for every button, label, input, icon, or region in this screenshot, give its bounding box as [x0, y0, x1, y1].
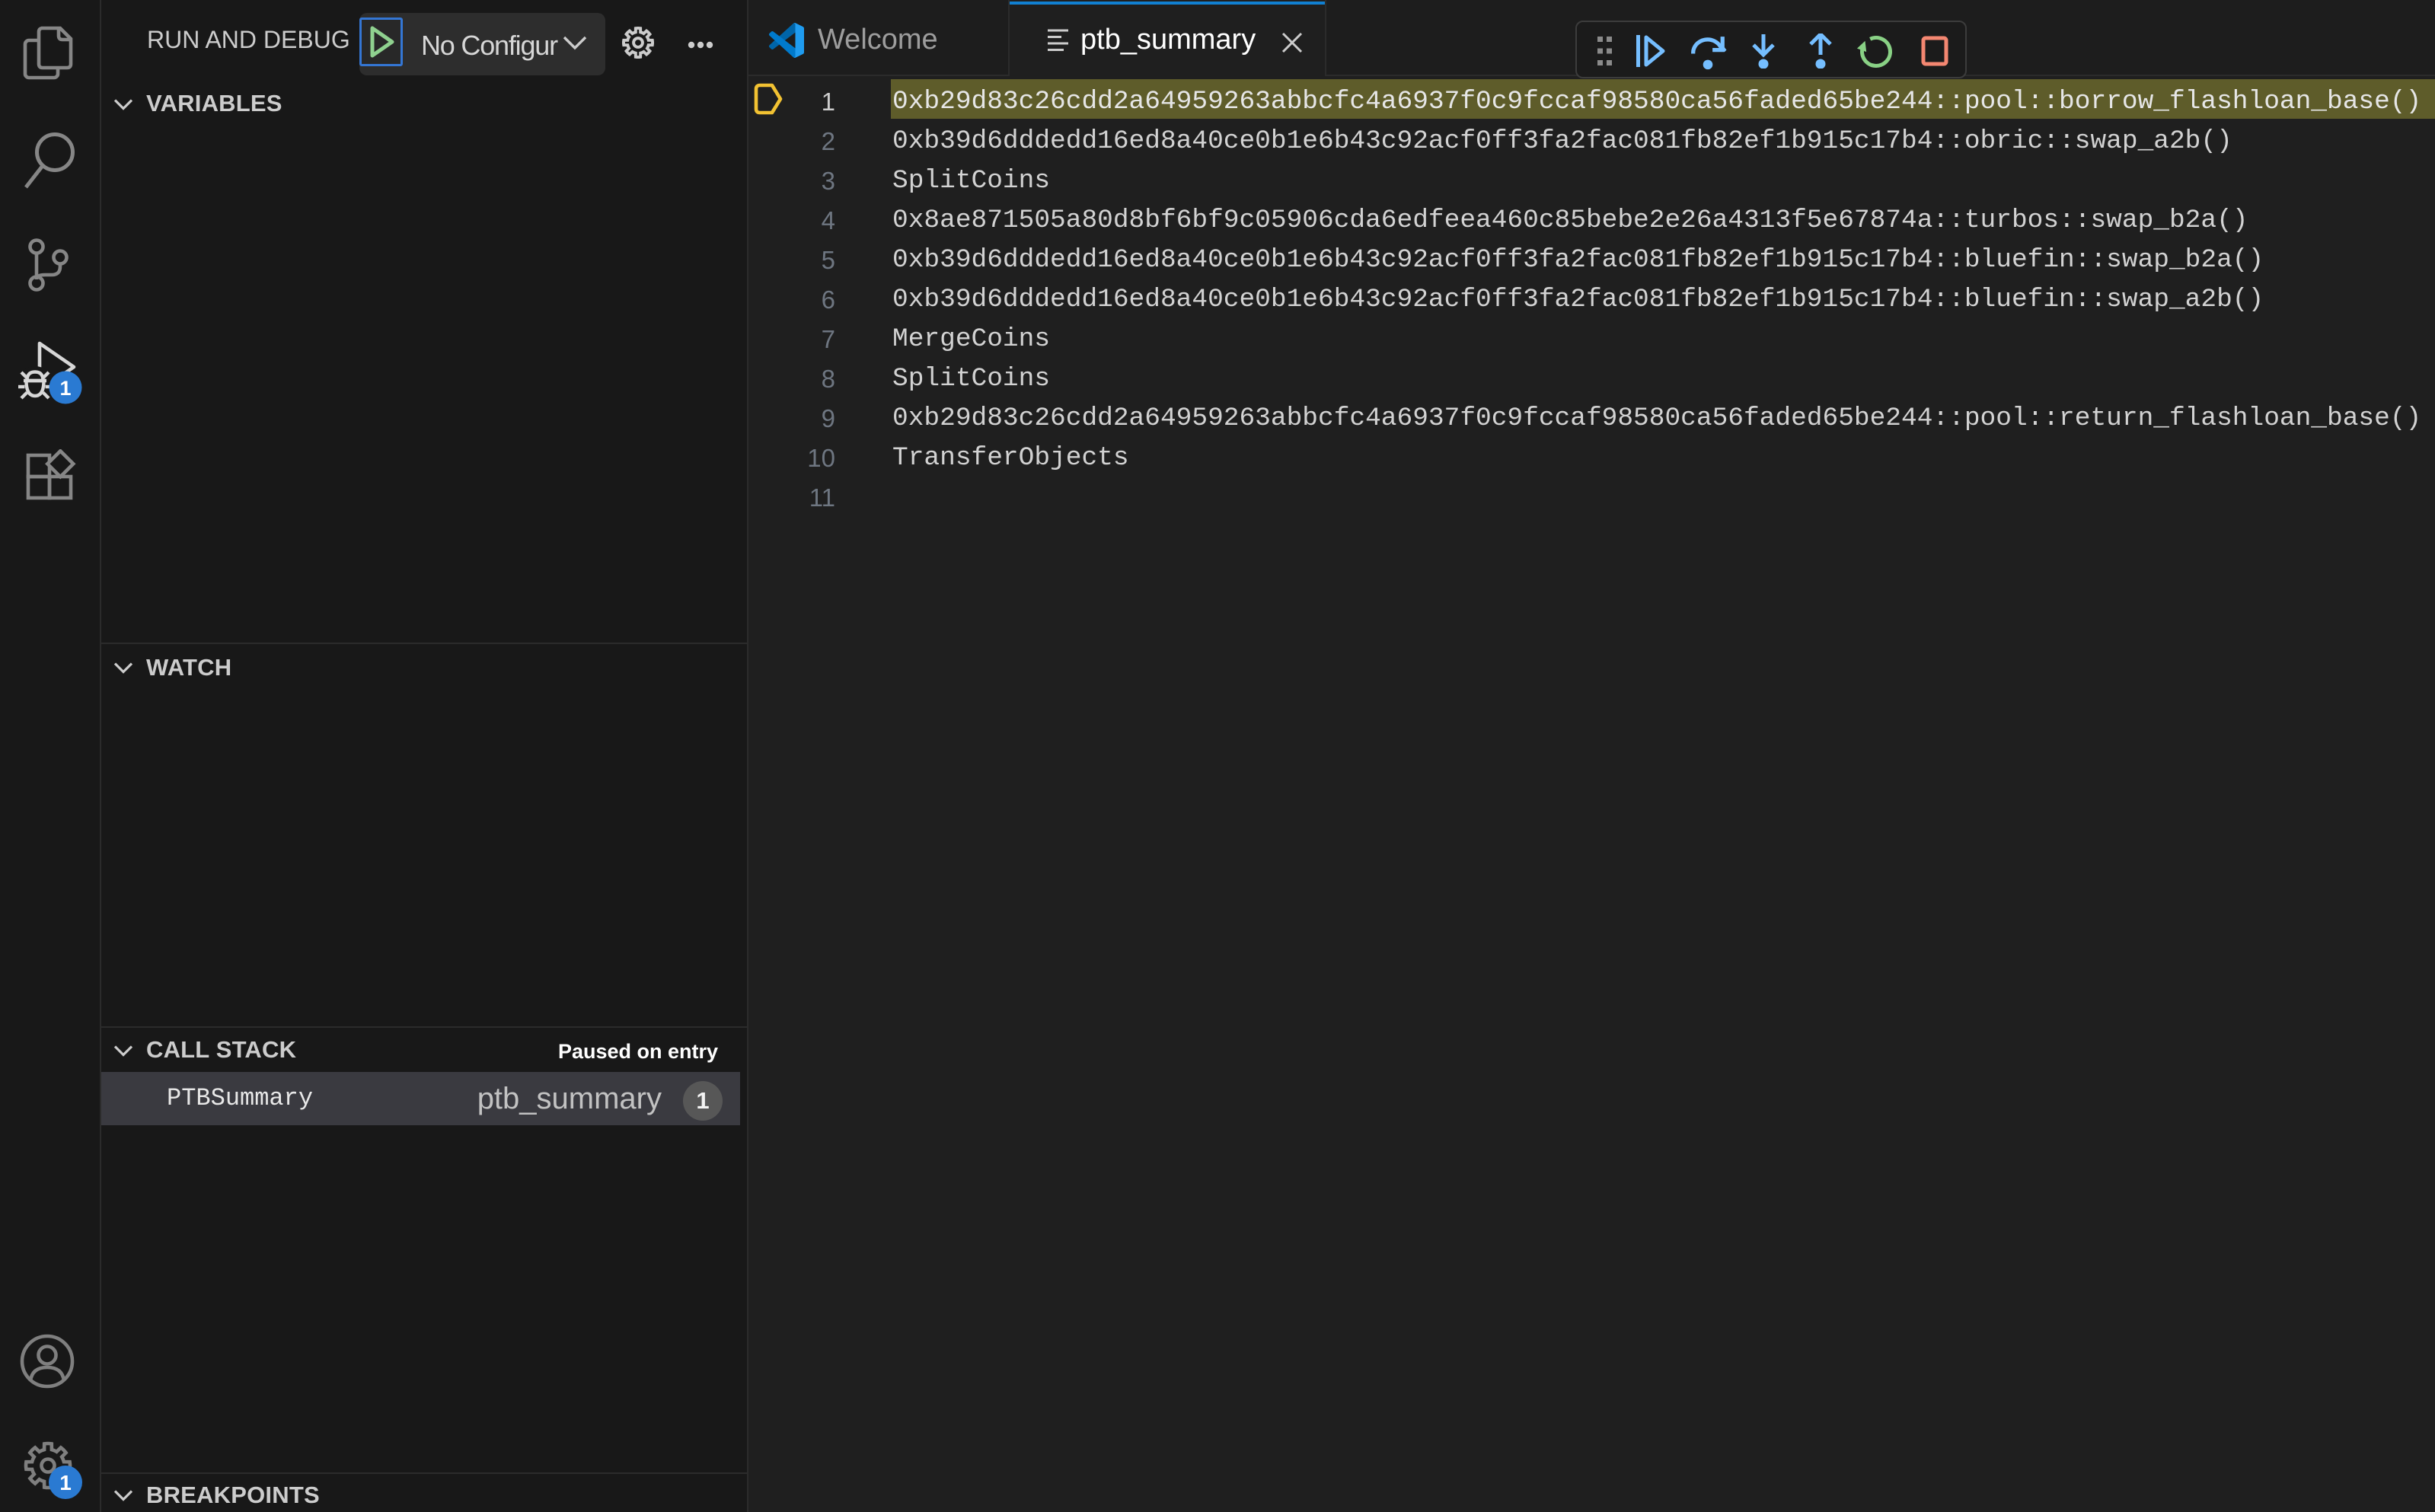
svg-text:1: 1 — [59, 377, 71, 400]
svg-text:1: 1 — [59, 1471, 72, 1494]
